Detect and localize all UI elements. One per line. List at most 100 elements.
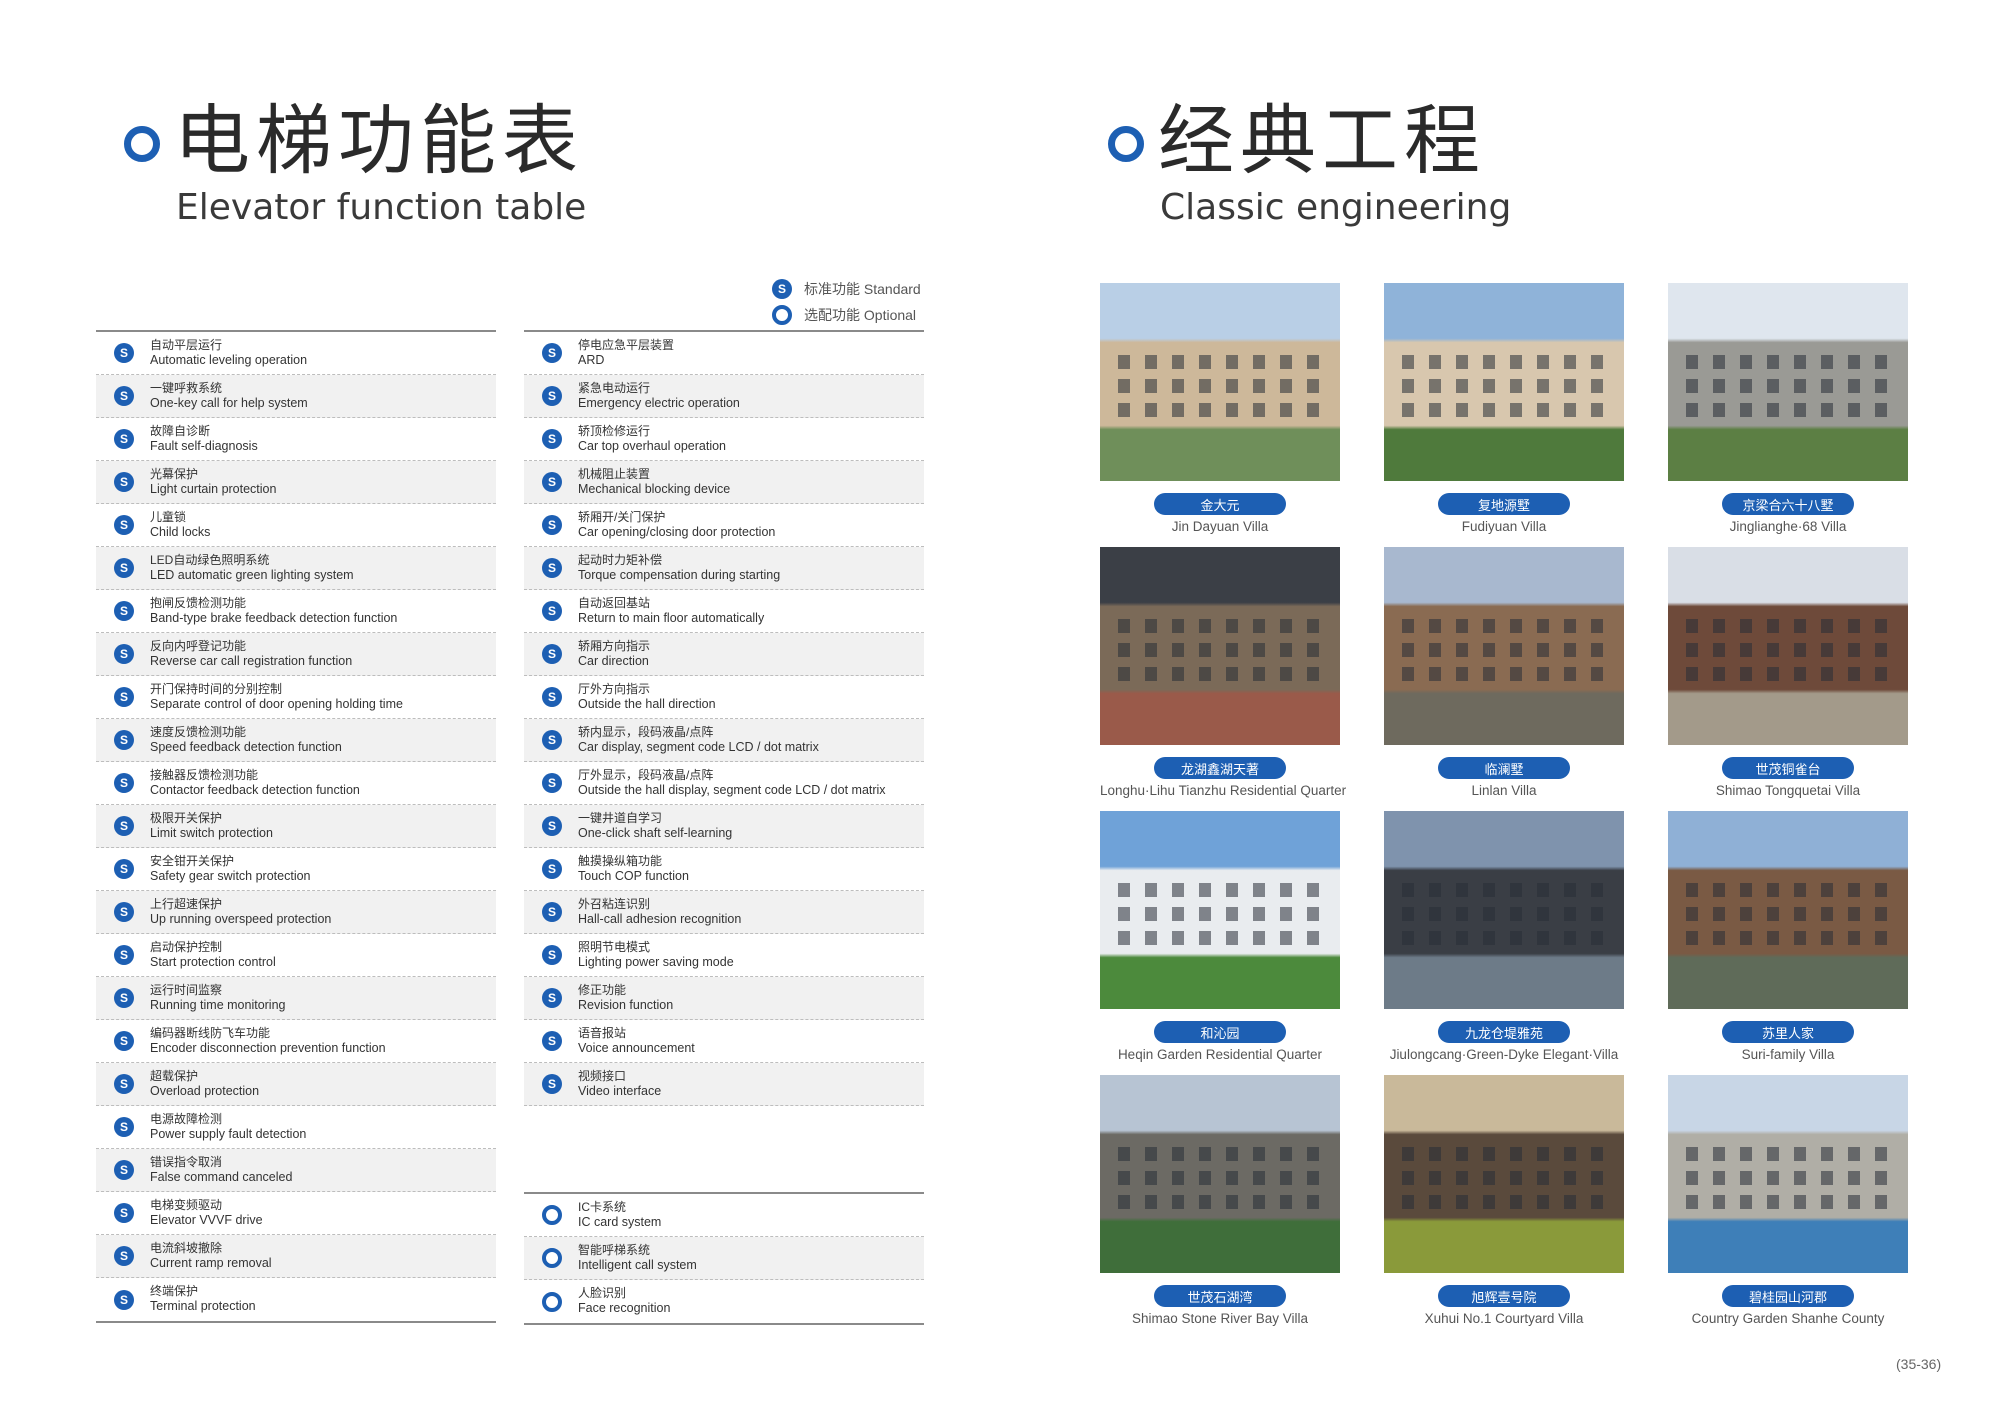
window-shape xyxy=(1226,931,1238,945)
window-shape xyxy=(1429,907,1441,921)
window-shape xyxy=(1483,1171,1495,1185)
function-name-cn: 上行超速保护 xyxy=(150,896,223,911)
window-shape xyxy=(1226,907,1238,921)
function-name-en: Running time monitoring xyxy=(150,997,286,1012)
function-text: 运行时间监察 Running time monitoring xyxy=(150,983,286,1012)
standard-function-icon: S xyxy=(114,1203,134,1223)
window-shape xyxy=(1740,355,1752,369)
function-name-cn: 编码器断线防飞车功能 xyxy=(150,1025,271,1040)
window-shape xyxy=(1483,1147,1495,1161)
function-text: 厅外方向指示 Outside the hall direction xyxy=(578,682,716,711)
window-shape xyxy=(1429,643,1441,657)
window-shape xyxy=(1145,403,1157,417)
window-shape xyxy=(1402,379,1414,393)
window-shape xyxy=(1537,643,1549,657)
window-shape xyxy=(1253,379,1265,393)
function-text: 人脸识别 Face recognition xyxy=(578,1287,670,1316)
window-shape xyxy=(1456,1147,1468,1161)
legend-optional-label: 选配功能 Optional xyxy=(804,307,917,323)
window-shape xyxy=(1564,619,1576,633)
function-row: S LED自动绿色照明系统 LED automatic green lighting… xyxy=(96,547,496,590)
function-text: 终端保护 Terminal protection xyxy=(150,1285,256,1314)
function-row: S 儿童锁 Child locks xyxy=(96,504,496,547)
window-shape xyxy=(1145,883,1157,897)
window-shape xyxy=(1740,667,1752,681)
project-photo xyxy=(1384,1075,1624,1273)
window-shape xyxy=(1429,1171,1441,1185)
function-name-cn: 停电应急平层装置 xyxy=(578,337,675,352)
function-name-en: Touch COP function xyxy=(578,868,689,883)
window-shape xyxy=(1253,907,1265,921)
window-shape xyxy=(1794,931,1806,945)
function-text: 自动返回基站 Return to main floor automatically xyxy=(578,596,764,625)
building-illustration xyxy=(1118,1147,1319,1209)
project-card: 苏里人家 Suri-family Villa xyxy=(1668,811,1908,1062)
project-photo xyxy=(1384,283,1624,481)
window-shape xyxy=(1848,379,1860,393)
window-shape xyxy=(1429,355,1441,369)
window-shape xyxy=(1280,1195,1292,1209)
window-shape xyxy=(1456,619,1468,633)
function-name-en: One-key call for help system xyxy=(150,395,308,410)
function-name-en: Power supply fault detection xyxy=(150,1126,307,1141)
window-shape xyxy=(1226,1195,1238,1209)
window-shape xyxy=(1591,907,1603,921)
window-shape xyxy=(1199,1147,1211,1161)
function-name-en: Intelligent call system xyxy=(578,1257,697,1272)
window-shape xyxy=(1402,883,1414,897)
window-shape xyxy=(1591,355,1603,369)
building-illustration xyxy=(1686,1147,1887,1209)
window-shape xyxy=(1199,1195,1211,1209)
window-shape xyxy=(1848,355,1860,369)
window-shape xyxy=(1821,403,1833,417)
function-table-left: S 自动平层运行 Automatic leveling operation S 一键呼救… xyxy=(96,330,496,1323)
function-name-en: Overload protection xyxy=(150,1083,260,1098)
function-text: 开门保持时间的分别控制 Separate control of door open… xyxy=(150,682,403,711)
project-photo xyxy=(1100,811,1340,1009)
table-gap xyxy=(524,1106,924,1194)
function-name-cn: 轿厢方向指示 xyxy=(578,638,651,653)
window-shape xyxy=(1848,883,1860,897)
window-shape xyxy=(1483,355,1495,369)
window-shape xyxy=(1821,619,1833,633)
window-shape xyxy=(1740,907,1752,921)
window-shape xyxy=(1591,1147,1603,1161)
window-shape xyxy=(1591,883,1603,897)
window-shape xyxy=(1510,931,1522,945)
standard-function-icon: S xyxy=(542,558,562,578)
project-photo xyxy=(1668,1075,1908,1273)
project-photo xyxy=(1100,283,1340,481)
window-shape xyxy=(1280,931,1292,945)
project-photo xyxy=(1668,547,1908,745)
window-shape xyxy=(1875,1195,1887,1209)
standard-function-icon: S xyxy=(114,601,134,621)
function-row: S 运行时间监察 Running time monitoring xyxy=(96,977,496,1020)
window-shape xyxy=(1253,883,1265,897)
window-shape xyxy=(1172,883,1184,897)
standard-function-icon: S xyxy=(542,730,562,750)
window-shape xyxy=(1875,931,1887,945)
window-shape xyxy=(1307,619,1319,633)
window-shape xyxy=(1456,1171,1468,1185)
window-shape xyxy=(1591,403,1603,417)
window-shape xyxy=(1686,883,1698,897)
function-text: 轿顶检修运行 Car top overhaul operation xyxy=(578,424,726,453)
page-number: (35-36) xyxy=(1896,1356,1942,1372)
window-shape xyxy=(1821,667,1833,681)
project-name-cn: 和沁园 xyxy=(1154,1021,1286,1043)
project-name-en: Shimao Tongquetai Villa xyxy=(1715,783,1861,798)
window-shape xyxy=(1429,883,1441,897)
window-shape xyxy=(1307,379,1319,393)
window-shape xyxy=(1402,1171,1414,1185)
optional-function-icon xyxy=(772,305,792,325)
function-name-cn: 电源故障检测 xyxy=(150,1111,223,1126)
function-name-en: LED automatic green lighting system xyxy=(150,567,354,582)
window-shape xyxy=(1821,1195,1833,1209)
function-row: S 停电应急平层装置 ARD xyxy=(524,332,924,375)
standard-function-icon: S xyxy=(114,558,134,578)
window-shape xyxy=(1740,1147,1752,1161)
window-shape xyxy=(1280,1171,1292,1185)
function-text: 电流斜坡撤除 Current ramp removal xyxy=(150,1241,272,1270)
project-name-cn: 苏里人家 xyxy=(1722,1021,1854,1043)
function-name-cn: 极限开关保护 xyxy=(150,810,223,825)
